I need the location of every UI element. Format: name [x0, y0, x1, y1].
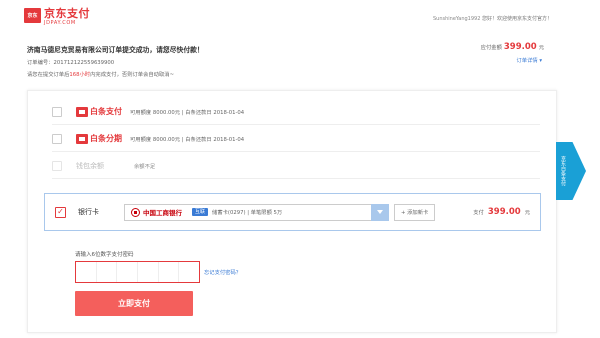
- payment-panel: 白条支付 可用额度 8000.00元 | 白条还款日 2018-01-04 白条…: [27, 90, 557, 333]
- password-cell[interactable]: [76, 262, 97, 282]
- welcome-text: 您好！欢迎使用京东支付官方！: [480, 16, 552, 22]
- pay-amount-unit: 元: [524, 210, 530, 216]
- baitiao-icon: [76, 106, 88, 117]
- amount-label: 应付金额: [480, 45, 502, 51]
- password-label: 请输入6位数字支付密码: [75, 252, 134, 258]
- note-highlight: 168小时: [69, 72, 91, 78]
- pay-amount-value: 399.00: [487, 207, 521, 217]
- installment-name: 白条分期: [90, 134, 122, 143]
- password-cell[interactable]: [117, 262, 139, 282]
- jdpay-logo[interactable]: 京东 京东支付 JDPAY.COM: [24, 8, 90, 26]
- welcome-message: SunshineYang1992 您好！欢迎使用京东支付官方！: [433, 15, 552, 22]
- installment-checkbox[interactable]: [52, 133, 62, 144]
- password-cell[interactable]: [159, 262, 180, 282]
- bank-card-checkbox[interactable]: ✓: [55, 206, 66, 218]
- add-card-button[interactable]: + 添加新卡: [394, 203, 436, 221]
- note-suffix: 内完成支付，否则订单会自动取消~: [90, 72, 175, 78]
- order-number-value: 201712122559639900: [53, 60, 115, 66]
- amount-value: 399.00: [503, 42, 537, 52]
- header: 京东 京东支付 JDPAY.COM SunshineYang1992 您好！欢迎…: [0, 0, 600, 40]
- order-detail-link[interactable]: 订单详情 ▾: [516, 56, 542, 64]
- note-prefix: 请您在提交订单后: [27, 72, 70, 78]
- wallet-note: 余额不足: [134, 163, 156, 170]
- password-cell[interactable]: [97, 262, 118, 282]
- installment-info: 可用额度 8000.00元 | 白条还款日 2018-01-04: [130, 136, 245, 143]
- order-deadline-note: 请您在提交订单后168小时内完成支付，否则订单会自动取消~: [27, 70, 174, 78]
- card-info: 储蓄卡(0297) | 单笔限额 5万: [212, 210, 283, 216]
- order-number: 订单编号：201712122559639900: [27, 58, 114, 66]
- payment-option-baitiao[interactable]: 白条支付 可用额度 8000.00元 | 白条还款日 2018-01-04: [52, 99, 540, 125]
- order-number-label: 订单编号：: [27, 60, 54, 66]
- amount-due: 应付金额 399.00 元: [481, 42, 544, 52]
- bank-pay-amount: 支付 399.00 元: [473, 207, 530, 217]
- payment-option-installment[interactable]: 白条分期 可用额度 8000.00元 | 白条还款日 2018-01-04: [52, 126, 540, 152]
- password-cell[interactable]: [138, 262, 159, 282]
- password-cell[interactable]: [179, 262, 199, 282]
- payment-option-bank-card[interactable]: ✓ 银行卡 中国工商银行 互联 储蓄卡(0297) | 单笔限额 5万 + 添加…: [44, 193, 541, 231]
- ribbon-text: 京东白条支付: [560, 156, 566, 186]
- logo-subtitle: JDPAY.COM: [44, 20, 76, 26]
- promo-ribbon[interactable]: 京东白条支付: [556, 142, 586, 200]
- payment-option-wallet: 钱包余额 余额不足: [52, 153, 540, 179]
- baitiao-info: 可用额度 8000.00元 | 白条还款日 2018-01-04: [130, 109, 245, 116]
- password-input[interactable]: [75, 261, 200, 283]
- bank-card-label: 银行卡: [78, 208, 99, 216]
- baitiao-name: 白条支付: [90, 107, 122, 116]
- bank-card-select[interactable]: 中国工商银行 互联 储蓄卡(0297) | 单笔限额 5万: [124, 203, 389, 221]
- wallet-name: 钱包余额: [76, 161, 104, 170]
- pay-label: 支付: [473, 210, 484, 216]
- installment-icon: [76, 133, 88, 144]
- pay-now-button[interactable]: 立即支付: [75, 291, 193, 316]
- logo-mark-icon: 京东: [24, 8, 41, 23]
- chevron-down-icon[interactable]: [371, 203, 389, 221]
- amount-unit: 元: [538, 45, 544, 51]
- username[interactable]: SunshineYang1992: [433, 16, 480, 22]
- icbc-logo-icon: [131, 207, 140, 217]
- bank-tag: 互联: [192, 208, 209, 216]
- logo-title: 京东支付: [44, 7, 90, 20]
- forgot-password-link[interactable]: 忘记支付密码？: [204, 268, 241, 276]
- bank-name: 中国工商银行: [143, 209, 182, 217]
- order-title: 济南马德尼克贸易有限公司订单提交成功，请您尽快付款！: [27, 46, 204, 54]
- wallet-checkbox: [52, 160, 62, 171]
- baitiao-checkbox[interactable]: [52, 106, 62, 117]
